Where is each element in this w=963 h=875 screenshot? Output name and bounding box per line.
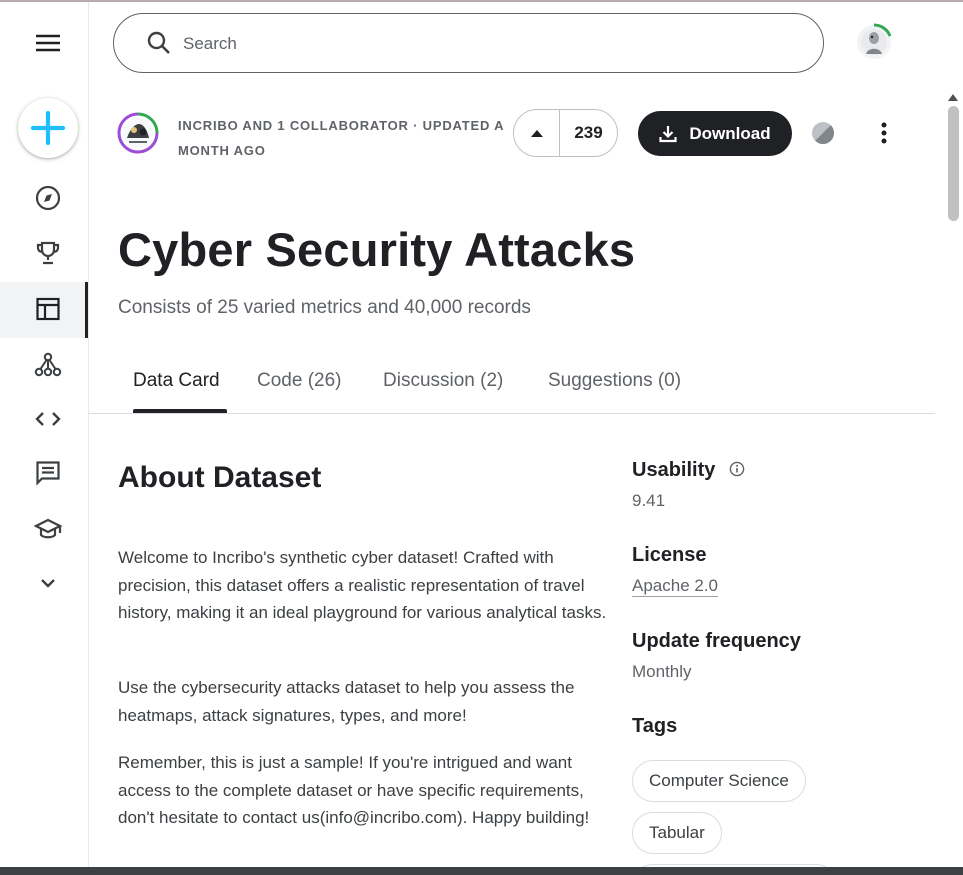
menu-icon[interactable] [28,23,68,63]
about-paragraph: Use the cybersecurity attacks dataset to… [118,678,575,725]
sidebar-item-discussions[interactable] [28,453,68,493]
tags-label: Tags [632,715,678,737]
user-avatar[interactable] [854,22,894,62]
discussion-icon [36,461,60,486]
tab-data-card[interactable]: Data Card [133,370,220,408]
download-icon [659,125,677,142]
sidebar [0,2,89,867]
sidebar-item-code[interactable] [28,399,68,439]
create-button[interactable] [18,98,78,158]
upvote-button[interactable] [514,110,560,156]
scrollbar-thumb[interactable] [948,106,959,221]
theme-toggle-icon[interactable] [811,121,835,145]
code-icon [35,412,61,426]
tag-chip[interactable]: Tabular [632,812,722,854]
tab-discussion[interactable]: Discussion (2) [383,370,503,408]
tab-suggestions[interactable]: Suggestions (0) [548,370,681,408]
plus-icon [31,111,65,145]
about-paragraph: Remember, this is just a sample! If you'… [118,753,590,827]
sidebar-item-competitions[interactable] [28,233,68,273]
usability-value: 9.41 [632,491,666,510]
about-heading: About Dataset [118,461,322,494]
model-icon [34,352,62,377]
sidebar-item-learn[interactable] [28,509,68,549]
tab-bar: Data Card Code (26) Discussion (2) Sugge… [89,360,935,414]
window-bottom-border [0,867,963,875]
download-label: Download [689,123,771,143]
tag-chip[interactable]: Computer Science [632,760,806,802]
about-paragraph: Welcome to Incribo's synthetic cyber dat… [118,548,607,622]
dataset-meta: INCRIBO AND 1 COLLABORATOR · UPDATED A M… [178,118,504,158]
scroll-up-arrow[interactable] [947,89,959,101]
upvote-count: 239 [574,123,603,142]
sidebar-item-models[interactable] [28,344,68,384]
owner-avatar[interactable] [117,112,159,154]
active-tab-indicator [133,409,227,413]
upvote-widget: 239 [513,109,618,157]
info-icon[interactable] [729,461,745,477]
tab-code[interactable]: Code (26) [257,370,342,408]
window-top-border [0,0,963,2]
search-icon [147,31,170,54]
sidebar-item-home[interactable] [28,178,68,218]
learn-icon [34,518,62,539]
license-label: License [632,544,707,566]
search-input[interactable] [183,32,783,56]
more-options-icon[interactable] [873,120,895,146]
sidebar-more[interactable] [28,563,68,603]
compass-icon [35,185,61,211]
page-subtitle: Consists of 25 varied metrics and 40,000… [118,297,531,318]
page-title: Cyber Security Attacks [118,223,636,276]
sidebar-item-datasets[interactable] [28,289,68,329]
chevron-down-icon [41,579,55,588]
update-frequency-value: Monthly [632,662,692,681]
license-link[interactable]: Apache 2.0 [632,576,718,596]
search-bar [113,13,824,73]
sidebar-active-indicator [85,282,88,338]
table-icon [36,297,60,321]
download-button[interactable]: Download [638,111,792,156]
caret-up-icon [530,130,543,137]
update-frequency-label: Update frequency [632,630,801,652]
usability-label: Usability [632,459,716,481]
trophy-icon [36,241,60,265]
